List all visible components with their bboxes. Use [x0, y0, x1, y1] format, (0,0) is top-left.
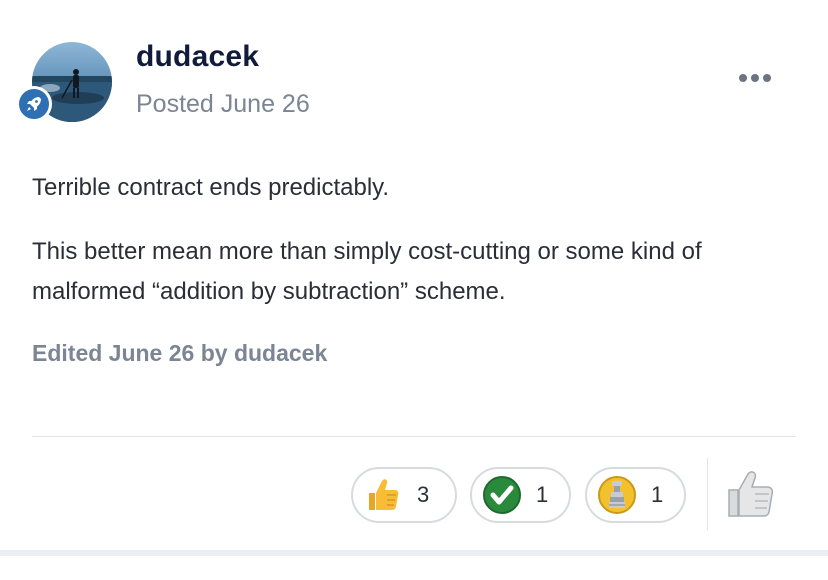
stanley-cup-icon — [597, 475, 637, 515]
post-date[interactable]: Posted June 26 — [136, 90, 310, 119]
reaction-count: 3 — [417, 482, 430, 507]
react-button[interactable] — [718, 462, 784, 528]
edited-note: Edited June 26 by dudacek — [32, 340, 328, 366]
post-footer-bar — [0, 550, 828, 556]
reaction-count: 1 — [651, 482, 664, 507]
reaction-separator — [707, 458, 708, 530]
checkmark-icon — [482, 475, 522, 515]
reaction-thumbs-up[interactable]: 3 — [351, 467, 457, 523]
forum-post: dudacek Posted June 26 Terrible contract… — [0, 0, 828, 580]
reaction-count: 1 — [536, 482, 549, 507]
author-name[interactable]: dudacek — [136, 40, 259, 74]
more-options-button[interactable] — [734, 64, 776, 92]
ellipsis-icon — [739, 74, 771, 82]
rank-badge — [16, 86, 52, 122]
thumbs-up-icon — [363, 475, 403, 515]
post-paragraph: This better mean more than simply cost-c… — [32, 238, 702, 305]
post-content: Terrible contract ends predictably. This… — [32, 168, 802, 336]
divider — [32, 436, 796, 437]
thumbs-up-outline-icon — [728, 471, 774, 517]
reaction-stanley-cup[interactable]: 1 — [585, 467, 686, 523]
reaction-checkmark[interactable]: 1 — [470, 467, 571, 523]
rocket-icon — [27, 97, 41, 111]
post-paragraph: Terrible contract ends predictably. — [32, 174, 390, 201]
